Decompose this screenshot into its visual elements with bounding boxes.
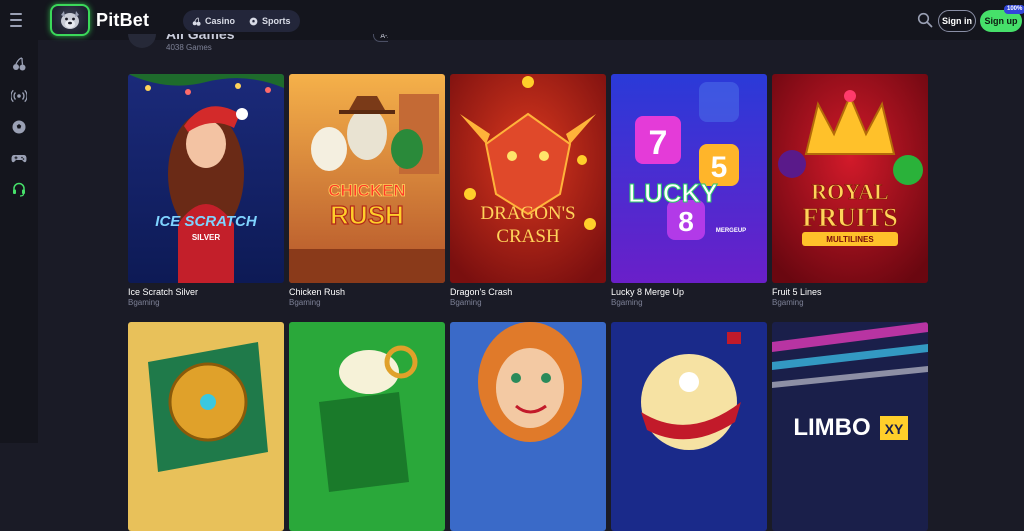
- game-card[interactable]: [611, 322, 767, 531]
- game-name[interactable]: Ice Scratch Silver: [128, 287, 284, 297]
- game-name[interactable]: Dragon's Crash: [450, 287, 606, 297]
- game-thumbnail[interactable]: [289, 322, 445, 531]
- cherries-icon[interactable]: [11, 56, 27, 72]
- support-headset-icon[interactable]: [11, 181, 27, 197]
- game-card[interactable]: 7 5 8 LUCKY MERGEUP Lucky 8 Merge Up Bga…: [611, 74, 767, 307]
- section-header: All Games 4038 Games A-Z: [128, 34, 388, 54]
- sort-button[interactable]: A-Z: [373, 34, 388, 42]
- gamepad-icon[interactable]: [11, 150, 27, 166]
- game-thumbnail[interactable]: 7 5 8 LUCKY MERGEUP: [611, 74, 767, 283]
- art-title: LUCKY: [628, 178, 718, 208]
- search-icon[interactable]: [917, 12, 933, 28]
- sports-tab[interactable]: Sports: [243, 12, 297, 30]
- game-card[interactable]: [289, 322, 445, 531]
- games-count: 4038 Games: [166, 43, 212, 52]
- art-title: DRAGON'S: [480, 203, 575, 224]
- mode-switch: Casino Sports: [183, 10, 300, 32]
- game-card[interactable]: ROYAL FRUITS MULTILINES Fruit 5 Lines Bg…: [772, 74, 928, 307]
- art-subtitle: RUSH: [330, 200, 404, 230]
- art-title: ROYAL: [811, 179, 888, 204]
- art-subtitle: MERGEUP: [716, 228, 746, 234]
- game-card[interactable]: LIMBO XY: [772, 322, 928, 531]
- art-subtitle: SILVER: [192, 233, 221, 242]
- bonus-badge: 100%: [1004, 5, 1024, 14]
- brand-name: PitBet: [96, 9, 150, 30]
- game-provider: Bgaming: [611, 298, 643, 307]
- art-title: LIMBO: [793, 414, 870, 441]
- game-card[interactable]: CHICKEN RUSH Chicken Rush Bgaming: [289, 74, 445, 307]
- game-card[interactable]: ICE SCRATCH SILVER Ice Scratch Silver Bg…: [128, 74, 284, 307]
- sign-in-button[interactable]: Sign in: [938, 10, 976, 32]
- game-card[interactable]: [450, 322, 606, 531]
- section-title: All Games: [166, 34, 235, 42]
- svg-text:8: 8: [678, 206, 694, 237]
- live-broadcast-icon[interactable]: [11, 88, 27, 104]
- game-thumbnail[interactable]: DRAGON'S CRASH: [450, 74, 606, 283]
- art-title: ICE SCRATCH: [155, 213, 258, 230]
- game-thumbnail[interactable]: ROYAL FRUITS MULTILINES: [772, 74, 928, 283]
- art-title: CHICKEN: [328, 181, 405, 200]
- game-name[interactable]: Fruit 5 Lines: [772, 287, 928, 297]
- game-name[interactable]: Lucky 8 Merge Up: [611, 287, 767, 297]
- game-provider: Bgaming: [289, 298, 321, 307]
- art-subtitle: XY: [885, 421, 904, 437]
- sports-tab-label: Sports: [262, 16, 291, 26]
- menu-icon[interactable]: [10, 13, 28, 27]
- svg-text:7: 7: [649, 124, 668, 162]
- game-provider: Bgaming: [450, 298, 482, 307]
- soccer-ball-icon[interactable]: [11, 119, 27, 135]
- brand-logo[interactable]: PitBet: [50, 4, 149, 36]
- pitbull-icon: [50, 4, 90, 36]
- game-thumbnail[interactable]: LIMBO XY: [772, 322, 928, 531]
- game-name[interactable]: Chicken Rush: [289, 287, 445, 297]
- game-card[interactable]: [128, 322, 284, 531]
- art-subtitle-2: MULTILINES: [826, 235, 874, 244]
- casino-tab-label: Casino: [205, 16, 236, 26]
- game-thumbnail[interactable]: [450, 322, 606, 531]
- game-thumbnail[interactable]: [128, 322, 284, 531]
- game-thumbnail[interactable]: ICE SCRATCH SILVER: [128, 74, 284, 283]
- soccer-ball-icon: [249, 17, 258, 25]
- art-subtitle: CRASH: [496, 226, 560, 247]
- game-thumbnail[interactable]: CHICKEN RUSH: [289, 74, 445, 283]
- game-provider: Bgaming: [128, 298, 160, 307]
- game-card[interactable]: DRAGON'S CRASH Dragon's Crash Bgaming: [450, 74, 606, 307]
- art-subtitle: FRUITS: [802, 203, 897, 232]
- game-provider: Bgaming: [772, 298, 804, 307]
- back-button[interactable]: [128, 34, 156, 48]
- cherries-icon: [192, 16, 201, 26]
- game-thumbnail[interactable]: [611, 322, 767, 531]
- casino-tab[interactable]: Casino: [186, 12, 241, 30]
